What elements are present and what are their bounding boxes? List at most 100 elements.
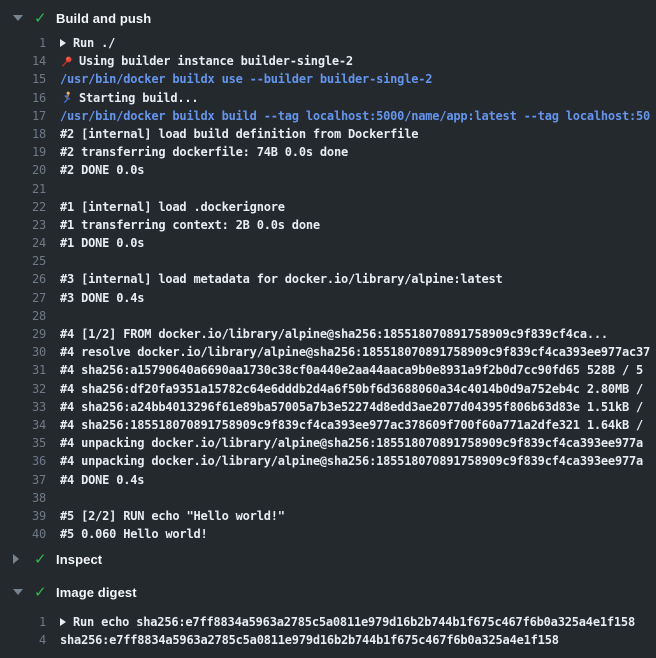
section-header-build-and-push[interactable]: ✓Build and push: [0, 5, 656, 31]
line-number[interactable]: 23: [0, 216, 46, 234]
log-line: 36 #4 unpacking docker.io/library/alpine@…: [0, 452, 656, 470]
log-text: #4 unpacking docker.io/library/alpine@sh…: [60, 434, 643, 452]
log-line: 21: [0, 180, 656, 198]
success-check-icon: ✓: [34, 9, 56, 27]
line-number[interactable]: 1: [0, 613, 46, 631]
section-log-image-digest: 1 Run echo sha256:e7ff8834a5963a2785c5a08…: [0, 613, 656, 649]
section-title: Build and push: [56, 11, 151, 26]
log-text: #2 transferring dockerfile: 74B 0.0s don…: [60, 143, 348, 161]
log-text: #2 [internal] load build definition from…: [60, 125, 418, 143]
actions-log-viewer: ✓Build and push1Run ./14Using builder in…: [0, 0, 656, 658]
log-line: 22 #1 [internal] load .dockerignore: [0, 198, 656, 216]
chevron-down-icon[interactable]: [13, 15, 27, 21]
section-title: Image digest: [56, 585, 137, 600]
log-line: 25: [0, 252, 656, 270]
log-line: 32 #4 sha256:df20fa9351a15782c64e6dddb2d4…: [0, 380, 656, 398]
runner-icon: [60, 91, 73, 104]
line-number[interactable]: 39: [0, 507, 46, 525]
line-number[interactable]: 1: [0, 34, 46, 52]
log-line: 17/usr/bin/docker buildx build --tag loc…: [0, 107, 656, 125]
log-line: 39 #5 [2/2] RUN echo "Hello world!": [0, 507, 656, 525]
log-text: /usr/bin/docker buildx build --tag local…: [60, 107, 650, 125]
log-text: Starting build...: [79, 89, 198, 107]
line-number[interactable]: 38: [0, 489, 46, 507]
log-text: #4 [1/2] FROM docker.io/library/alpine@s…: [60, 325, 608, 343]
log-text: #4 sha256:a24bb4013296f61e89ba57005a7b3e…: [60, 398, 643, 416]
log-text: #4 resolve docker.io/library/alpine@sha2…: [60, 343, 650, 361]
log-text: #4 sha256:df20fa9351a15782c64e6dddb2d4a6…: [60, 380, 643, 398]
log-line: 38: [0, 489, 656, 507]
log-text: #4 unpacking docker.io/library/alpine@sh…: [60, 452, 643, 470]
line-number[interactable]: 20: [0, 161, 46, 179]
log-line: 18 #2 [internal] load build definition fr…: [0, 125, 656, 143]
line-number[interactable]: 31: [0, 361, 46, 379]
log-text: Using builder instance builder-single-2: [79, 52, 353, 70]
log-text: #1 [internal] load .dockerignore: [60, 198, 285, 216]
log-line: 33 #4 sha256:a24bb4013296f61e89ba57005a7b…: [0, 398, 656, 416]
line-number[interactable]: 26: [0, 270, 46, 288]
line-number[interactable]: 21: [0, 180, 46, 198]
log-line: 16 Starting build...: [0, 89, 656, 107]
line-number[interactable]: 14: [0, 52, 46, 70]
log-line: 31 #4 sha256:a15790640a6690aa1730c38cf0a4…: [0, 361, 656, 379]
line-number[interactable]: 29: [0, 325, 46, 343]
log-line: 20 #2 DONE 0.0s: [0, 161, 656, 179]
section-title: Inspect: [56, 552, 102, 567]
log-text: #3 DONE 0.4s: [60, 289, 144, 307]
log-text: #2 DONE 0.0s: [60, 161, 144, 179]
log-line: 35 #4 unpacking docker.io/library/alpine@…: [0, 434, 656, 452]
line-number[interactable]: 37: [0, 471, 46, 489]
line-number[interactable]: 34: [0, 416, 46, 434]
log-line: 14 Using builder instance builder-single-…: [0, 52, 656, 70]
expand-group-arrow-icon[interactable]: [60, 618, 66, 626]
line-number[interactable]: 27: [0, 289, 46, 307]
log-text: #4 sha256:a15790640a6690aa1730c38cf0a440…: [60, 361, 643, 379]
line-number[interactable]: 35: [0, 434, 46, 452]
log-line: 26 #3 [internal] load metadata for docker…: [0, 270, 656, 288]
line-number[interactable]: 15: [0, 70, 46, 88]
log-text: sha256:e7ff8834a5963a2785c5a0811e979d16b…: [60, 631, 559, 649]
log-text: #1 DONE 0.0s: [60, 234, 144, 252]
line-number[interactable]: 17: [0, 107, 46, 125]
log-line: 23 #1 transferring context: 2B 0.0s done: [0, 216, 656, 234]
log-line: 40#5 0.060 Hello world!: [0, 525, 656, 543]
log-text: #4 DONE 0.4s: [60, 471, 144, 489]
line-number[interactable]: 36: [0, 452, 46, 470]
line-number[interactable]: 22: [0, 198, 46, 216]
log-text: #5 [2/2] RUN echo "Hello world!": [60, 507, 285, 525]
line-number[interactable]: 18: [0, 125, 46, 143]
log-line: 1 Run ./: [0, 34, 656, 52]
chevron-down-icon[interactable]: [13, 589, 27, 595]
log-line: 4 sha256:e7ff8834a5963a2785c5a0811e979d16…: [0, 631, 656, 649]
line-number[interactable]: 28: [0, 307, 46, 325]
log-text: #3 [internal] load metadata for docker.i…: [60, 270, 503, 288]
log-text: Run echo sha256:e7ff8834a5963a2785c5a081…: [73, 613, 635, 631]
log-text: #1 transferring context: 2B 0.0s done: [60, 216, 320, 234]
log-text: Run ./: [73, 34, 115, 52]
line-number[interactable]: 32: [0, 380, 46, 398]
section-header-image-digest[interactable]: ✓Image digest: [0, 579, 656, 605]
log-line: 30 #4 resolve docker.io/library/alpine@sh…: [0, 343, 656, 361]
line-number[interactable]: 30: [0, 343, 46, 361]
log-line: 27 #3 DONE 0.4s: [0, 289, 656, 307]
line-number[interactable]: 25: [0, 252, 46, 270]
log-line: 37 #4 DONE 0.4s: [0, 471, 656, 489]
section-log-build-and-push: 1 Run ./ 14 Using builder instance builder-…: [0, 34, 656, 543]
success-check-icon: ✓: [34, 583, 56, 601]
pushpin-icon: [60, 55, 73, 68]
log-text: #4 sha256:185518070891758909c9f839cf4ca3…: [60, 416, 643, 434]
line-number[interactable]: 33: [0, 398, 46, 416]
chevron-right-icon[interactable]: [13, 554, 27, 564]
log-line: 19 #2 transferring dockerfile: 74B 0.0s d…: [0, 143, 656, 161]
section-header-inspect[interactable]: ✓Inspect: [0, 546, 656, 572]
success-check-icon: ✓: [34, 550, 56, 568]
line-number[interactable]: 40: [0, 525, 46, 543]
log-line: 24 #1 DONE 0.0s: [0, 234, 656, 252]
expand-group-arrow-icon[interactable]: [60, 39, 66, 47]
log-line: 1 Run echo sha256:e7ff8834a5963a2785c5a08…: [0, 613, 656, 631]
line-number[interactable]: 16: [0, 89, 46, 107]
line-number[interactable]: 24: [0, 234, 46, 252]
line-number[interactable]: 4: [0, 631, 46, 649]
log-line: 29 #4 [1/2] FROM docker.io/library/alpine…: [0, 325, 656, 343]
line-number[interactable]: 19: [0, 143, 46, 161]
